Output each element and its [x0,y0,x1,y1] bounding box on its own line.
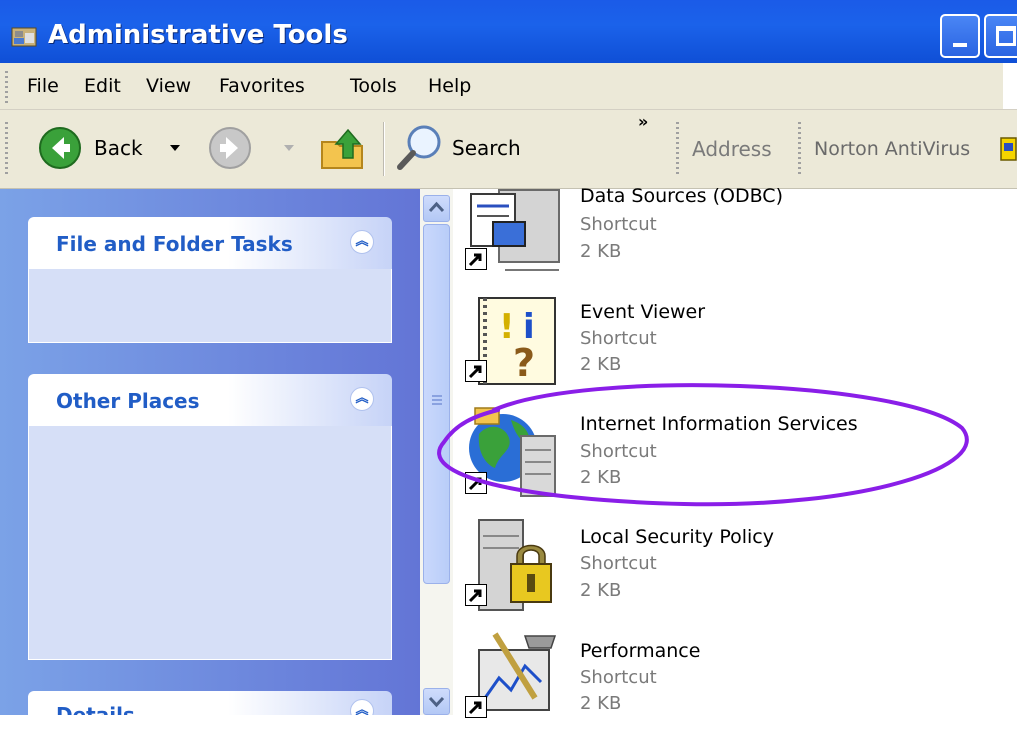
panel-title[interactable]: File and Folder Tasks [56,232,293,256]
maximize-icon [996,26,1016,46]
menu-tools[interactable]: Tools [350,75,397,97]
toolbar-overflow-chevron[interactable]: » [638,112,648,131]
panel-body [28,269,392,343]
event-viewer-icon: ! i ? [478,297,556,385]
svg-text:?: ? [513,341,535,385]
collapse-chevron-icon[interactable]: ︽ [350,387,374,411]
scroll-up-arrow-icon [428,201,445,213]
shortcut-arrow-icon [465,584,487,606]
menu-file[interactable]: File [27,75,59,97]
search-icon [397,125,441,170]
shortcut-arrow-icon [465,248,487,270]
odbc-icon [470,189,560,271]
minimize-button[interactable] [940,14,980,58]
file-name: Data Sources (ODBC) [580,185,783,207]
scroll-down-arrow-icon [428,696,445,708]
back-dropdown-icon[interactable] [170,145,180,151]
file-size: 2 KB [580,354,622,375]
menu-help[interactable]: Help [428,75,471,97]
forward-arrow-icon [209,127,251,169]
panel-body [28,426,392,660]
other-places-panel: Other Places ︽ [28,374,392,660]
maximize-button[interactable] [984,14,1017,58]
scroll-thumb-grip [432,395,442,407]
search-label: Search [452,136,521,160]
back-button[interactable]: Back [38,124,188,172]
file-item-odbc[interactable]: Data Sources (ODBC) Shortcut 2 KB [465,180,1005,290]
menu-bar-end [1003,63,1017,109]
back-label: Back [94,136,143,160]
menu-favorites[interactable]: Favorites [219,75,305,97]
address-grip[interactable] [676,122,679,174]
forward-button[interactable] [208,124,298,172]
shortcut-arrow-icon [465,472,487,494]
norton-icon[interactable] [1000,137,1017,161]
file-item-event-viewer[interactable]: ! i ? Event Viewer Shortcut 2 KB [465,292,1005,402]
title-bar: Administrative Tools [0,0,1017,63]
details-panel: Details ︽ [28,691,392,715]
minimize-icon [953,43,967,47]
file-folder-tasks-panel: File and Folder Tasks ︽ [28,217,392,343]
search-button[interactable]: Search [392,122,532,174]
file-type: Shortcut [580,441,657,462]
admin-tools-icon [11,27,37,47]
scroll-up-button[interactable] [423,195,450,222]
window-title: Administrative Tools [48,20,348,50]
file-type: Shortcut [580,328,657,349]
address-label[interactable]: Address [692,137,772,161]
toolbar-separator [383,122,385,176]
file-size: 2 KB [580,580,622,601]
toolbar: Back Search » Address Norton AntiVirus [0,110,1017,189]
file-name: Local Security Policy [580,526,774,548]
performance-icon [478,632,557,711]
collapse-chevron-icon[interactable]: ︽ [350,699,374,715]
shortcut-arrow-icon [465,360,487,382]
file-name: Internet Information Services [580,413,858,435]
file-size: 2 KB [580,467,622,488]
forward-dropdown-icon[interactable] [284,145,294,151]
collapse-chevron-icon[interactable]: ︽ [350,230,374,254]
file-size: 2 KB [580,693,622,714]
toolbar-grip[interactable] [5,122,8,174]
panel-title[interactable]: Details [56,703,135,715]
scroll-thumb[interactable] [423,224,450,584]
norton-antivirus-label[interactable]: Norton AntiVirus [814,138,970,160]
panel-title[interactable]: Other Places [56,389,200,413]
menu-view[interactable]: View [146,75,191,97]
panel-header[interactable]: File and Folder Tasks ︽ [28,217,392,269]
panel-header[interactable]: Details ︽ [28,691,392,715]
iis-icon [469,407,556,497]
panel-header[interactable]: Other Places ︽ [28,374,392,426]
file-size: 2 KB [580,241,622,262]
scroll-down-button[interactable] [423,688,450,715]
file-item-iis[interactable]: Internet Information Services Shortcut 2… [465,404,1005,514]
file-type: Shortcut [580,553,657,574]
menu-bar: File Edit View Favorites Tools Help [0,63,1017,110]
task-pane: File and Folder Tasks ︽ Other Places ︽ D… [0,189,420,715]
menu-grip[interactable] [5,71,8,103]
file-name: Event Viewer [580,301,706,323]
file-type: Shortcut [580,214,657,235]
file-type: Shortcut [580,667,657,688]
security-policy-icon [478,519,552,611]
links-grip[interactable] [798,122,801,174]
back-arrow-icon [39,127,81,169]
up-folder-icon[interactable] [318,124,368,172]
file-item-performance[interactable]: Performance Shortcut 2 KB [465,628,1005,738]
file-item-local-security-policy[interactable]: Local Security Policy Shortcut 2 KB [465,516,1005,626]
file-name: Performance [580,640,701,662]
menu-edit[interactable]: Edit [84,75,121,97]
